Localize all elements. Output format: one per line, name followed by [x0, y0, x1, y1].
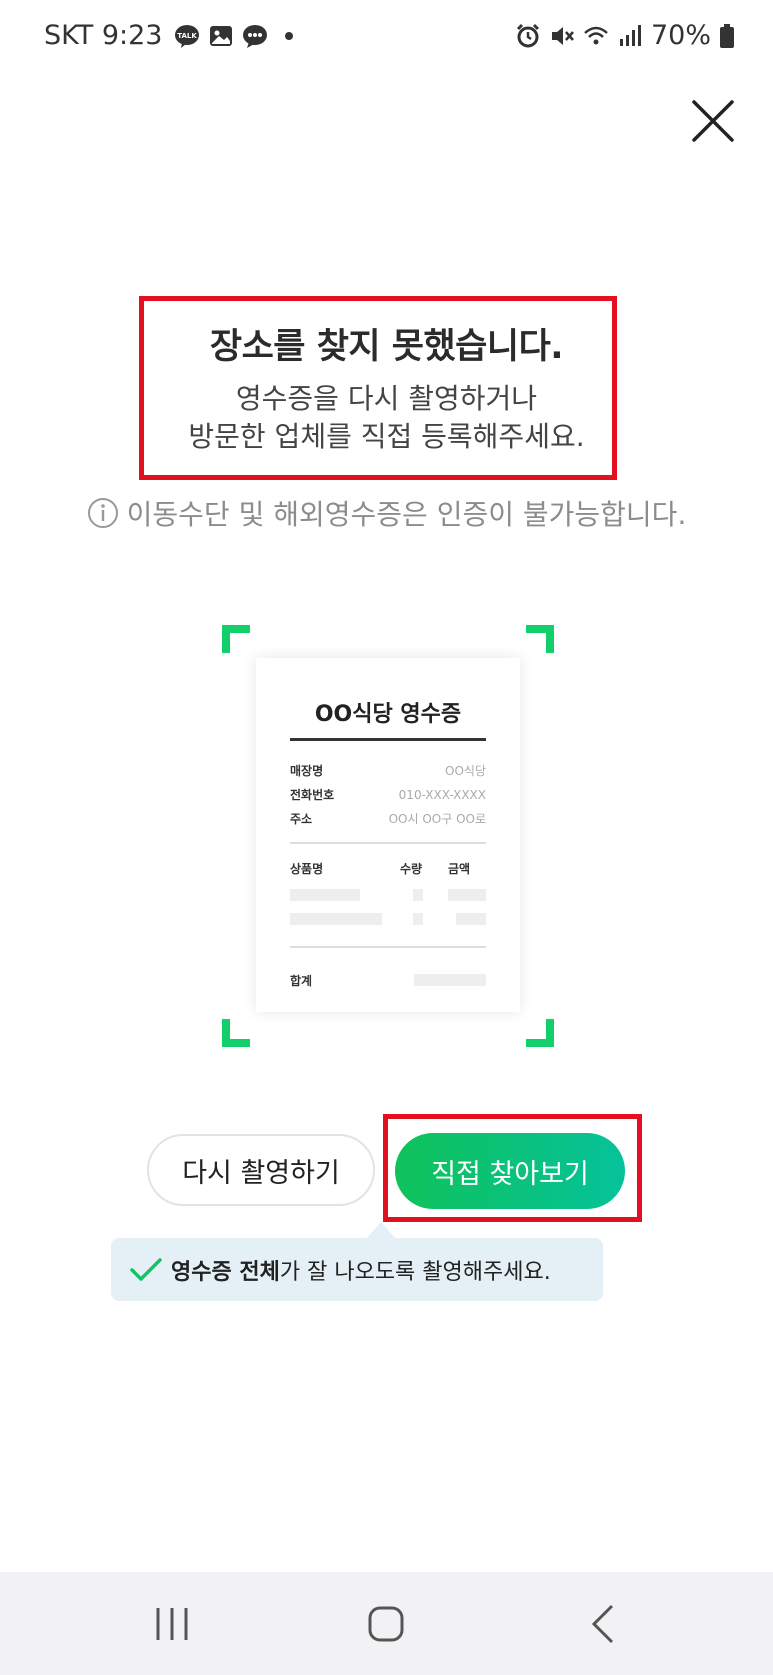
talk-badge: TALK — [178, 32, 198, 40]
signal-icon — [619, 24, 641, 46]
tooltip-bold-text: 영수증 전체 — [171, 1259, 280, 1285]
receipt-divider — [290, 738, 486, 741]
tooltip-rest-text: 가 잘 나오도록 촬영해주세요. — [279, 1259, 551, 1285]
receipt-total-label: 합계 — [290, 974, 313, 988]
receipt-field-value: 010-XXX-XXXX — [398, 788, 486, 802]
receipt-column-header: 상품명 — [290, 862, 324, 876]
carrier-time: SKT 9:23 — [44, 20, 163, 51]
status-bar: SKT 9:23 TALK 70% — [0, 0, 773, 76]
dialog-title: 장소를 찾지 못했습니다. — [209, 327, 564, 367]
gallery-icon — [210, 25, 233, 46]
placeholder-bar — [290, 889, 360, 901]
alarm-icon — [516, 23, 540, 47]
scan-corner-bottom-left — [222, 1019, 250, 1047]
dialog-subtitle: 영수증을 다시 촬영하거나 방문한 업체를 직접 등록해주세요. — [0, 380, 773, 456]
status-right: 70% — [515, 20, 735, 51]
dot-icon — [285, 31, 294, 40]
home-icon[interactable] — [364, 1602, 408, 1646]
scan-corner-top-left — [222, 625, 250, 653]
subtitle-line-2: 방문한 업체를 직접 등록해주세요. — [188, 420, 585, 453]
receipt-column-header: 수량 — [400, 862, 423, 876]
receipt-divider — [290, 842, 486, 844]
battery-icon — [720, 23, 734, 48]
retake-button[interactable]: 다시 촬영하기 — [147, 1134, 375, 1206]
wifi-icon — [584, 26, 608, 44]
navigation-bar — [0, 1572, 773, 1675]
kakaotalk-icon: TALK — [175, 24, 200, 48]
back-icon[interactable] — [582, 1602, 626, 1646]
subtitle-line-1: 영수증을 다시 촬영하거나 — [235, 382, 538, 415]
mute-icon — [551, 26, 574, 45]
check-icon — [130, 1257, 162, 1281]
receipt-field-label: 주소 — [290, 812, 313, 826]
placeholder-bar — [290, 913, 382, 925]
chat-bubble-icon — [243, 24, 268, 48]
scan-corner-bottom-right — [526, 1019, 554, 1047]
placeholder-bar — [413, 913, 423, 925]
notice-text: 이동수단 및 해외영수증은 인증이 불가능합니다. — [126, 498, 687, 531]
tip-tooltip: 영수증 전체가 잘 나오도록 촬영해주세요. — [111, 1222, 603, 1301]
placeholder-bar — [414, 974, 486, 986]
receipt-field-value: OO시 OO구 OO로 — [388, 812, 486, 826]
receipt-field-label: 매장명 — [290, 764, 324, 778]
receipt-paper: OO식당 영수증 매장명 OO식당 전화번호 010-XXX-XXXX 주소 O… — [256, 658, 520, 1012]
battery-percent: 70% — [650, 20, 711, 51]
info-icon — [87, 498, 118, 528]
receipt-field-label: 전화번호 — [290, 788, 335, 802]
tooltip-text: 영수증 전체가 잘 나오도록 촬영해주세요. — [171, 1254, 551, 1286]
placeholder-bar — [413, 889, 423, 901]
find-directly-button[interactable]: 직접 찾아보기 — [395, 1133, 625, 1209]
recents-icon[interactable] — [150, 1602, 194, 1646]
scan-corner-top-right — [526, 625, 554, 653]
placeholder-bar — [448, 889, 486, 901]
receipt-column-header: 금액 — [448, 862, 471, 876]
placeholder-bar — [456, 913, 486, 925]
receipt-title: OO식당 영수증 — [314, 702, 462, 727]
receipt-field-value: OO식당 — [445, 764, 486, 778]
receipt-divider — [290, 946, 486, 948]
status-left: SKT 9:23 TALK — [44, 20, 302, 51]
close-icon[interactable] — [690, 98, 736, 144]
notice-row: 이동수단 및 해외영수증은 인증이 불가능합니다. — [0, 493, 773, 533]
